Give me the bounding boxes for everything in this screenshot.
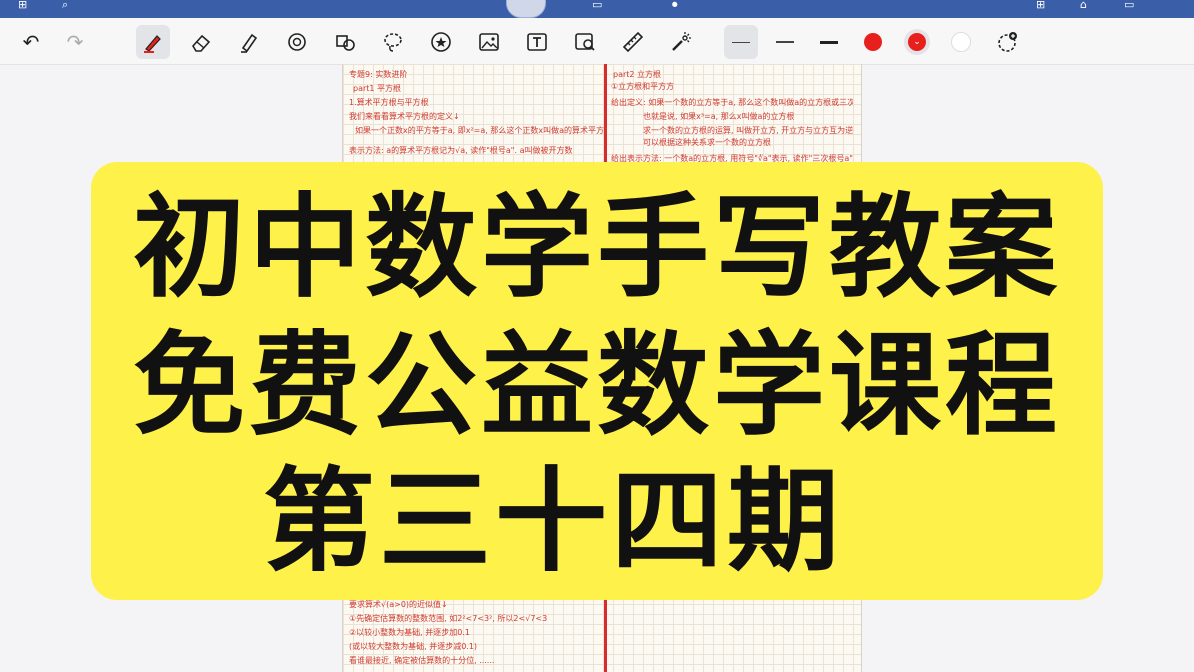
grid-icon[interactable]: ⊞ <box>18 0 27 10</box>
add-page-icon[interactable]: ⊞ <box>1036 0 1045 10</box>
image-search-icon[interactable] <box>568 25 602 59</box>
lasso-fill-icon[interactable] <box>328 25 362 59</box>
handwritten-note: part1 平方根 <box>353 84 402 93</box>
handwritten-note: part2 立方根 <box>613 70 662 79</box>
handwritten-note: 看谁最接近, 确定被估算数的十分位, ...... <box>349 656 495 665</box>
handwritten-note: 我们来看看算术平方根的定义↓ <box>349 112 460 121</box>
image-icon[interactable] <box>472 25 506 59</box>
banner-line-2: 免费公益数学课程 <box>133 321 1061 451</box>
title-banner: 初中数学手写教案 免费公益数学课程 第三十四期 <box>91 162 1103 600</box>
handwritten-note: 也就是说, 如果x³=a, 那么x叫做a的立方根 <box>643 112 795 121</box>
handwritten-note: 专题9: 实数进阶 <box>349 70 408 79</box>
color-swatch-white[interactable] <box>944 25 978 59</box>
lasso-icon[interactable] <box>376 25 410 59</box>
stroke-width-thick[interactable] <box>812 25 846 59</box>
system-status-bar: ⊞ ⌕ ▭ ⏺ ⊞ ⌂ ▭ <box>0 0 1194 18</box>
highlighter-icon[interactable] <box>232 25 266 59</box>
stroke-width-thin[interactable] <box>724 25 758 59</box>
handwritten-note: (或以较大整数为基础, 并逐步减0.1) <box>349 642 478 651</box>
color-dot <box>864 33 882 51</box>
handwritten-note: ①先确定估算数的整数范围, 如2²<7<3², 所以2<√7<3 <box>349 614 548 623</box>
drawing-toolbar: ↶ ↷ ⌄ <box>0 18 1194 65</box>
ruler-icon[interactable] <box>616 25 650 59</box>
color-swatch-red[interactable] <box>856 25 890 59</box>
handwritten-note: 1.算术平方根与平方根 <box>349 98 429 107</box>
redo-icon[interactable]: ↷ <box>58 25 92 59</box>
handwritten-note: 要求算术√(a>0)的近似值↓ <box>349 600 448 609</box>
handwritten-note: 给出定义: 如果一个数的立方等于a, 那么这个数叫做a的立方根或三次方根 <box>611 98 853 107</box>
undo-icon[interactable]: ↶ <box>14 25 48 59</box>
eraser-icon[interactable] <box>184 25 218 59</box>
banner-line-3: 第三十四期 <box>263 457 843 587</box>
chevron-down-icon: ⌄ <box>908 33 926 51</box>
search-icon[interactable]: ⌕ <box>62 0 68 10</box>
export-icon[interactable]: ▭ <box>1124 0 1134 10</box>
laser-pointer-icon[interactable] <box>664 25 698 59</box>
bookmark-icon[interactable]: ⌂ <box>1080 0 1087 10</box>
handwritten-note: ①立方根和平方方 <box>611 82 675 91</box>
stroke-width-medium[interactable] <box>768 25 802 59</box>
add-color-icon[interactable] <box>990 25 1024 59</box>
banner-line-1: 初中数学手写教案 <box>133 183 1061 313</box>
pen-mode-indicator[interactable] <box>506 0 546 18</box>
color-swatch-red-selected[interactable]: ⌄ <box>900 25 934 59</box>
handwritten-note: 表示方法: a的算术平方根记为√a, 读作"根号a". a叫做被开方数 <box>349 146 573 155</box>
handwritten-note: 求一个数的立方根的运算, 叫做开立方, 开立方与立方互为逆运算 <box>643 126 853 135</box>
handwritten-note: ②以较小整数为基础, 并逐步加0.1 <box>349 628 470 637</box>
handwritten-note: 可以根据这种关系求一个数的立方根 <box>643 138 771 147</box>
pen-icon[interactable] <box>136 25 170 59</box>
sticker-icon[interactable] <box>424 25 458 59</box>
microphone-icon[interactable]: ⏺ <box>672 0 678 10</box>
handwritten-note: 如果一个正数x的平方等于a, 即x²=a, 那么这个正数x叫做a的算术平方根 <box>355 126 607 135</box>
shape-icon[interactable] <box>280 25 314 59</box>
text-icon[interactable] <box>520 25 554 59</box>
document-icon[interactable]: ▭ <box>592 0 602 10</box>
